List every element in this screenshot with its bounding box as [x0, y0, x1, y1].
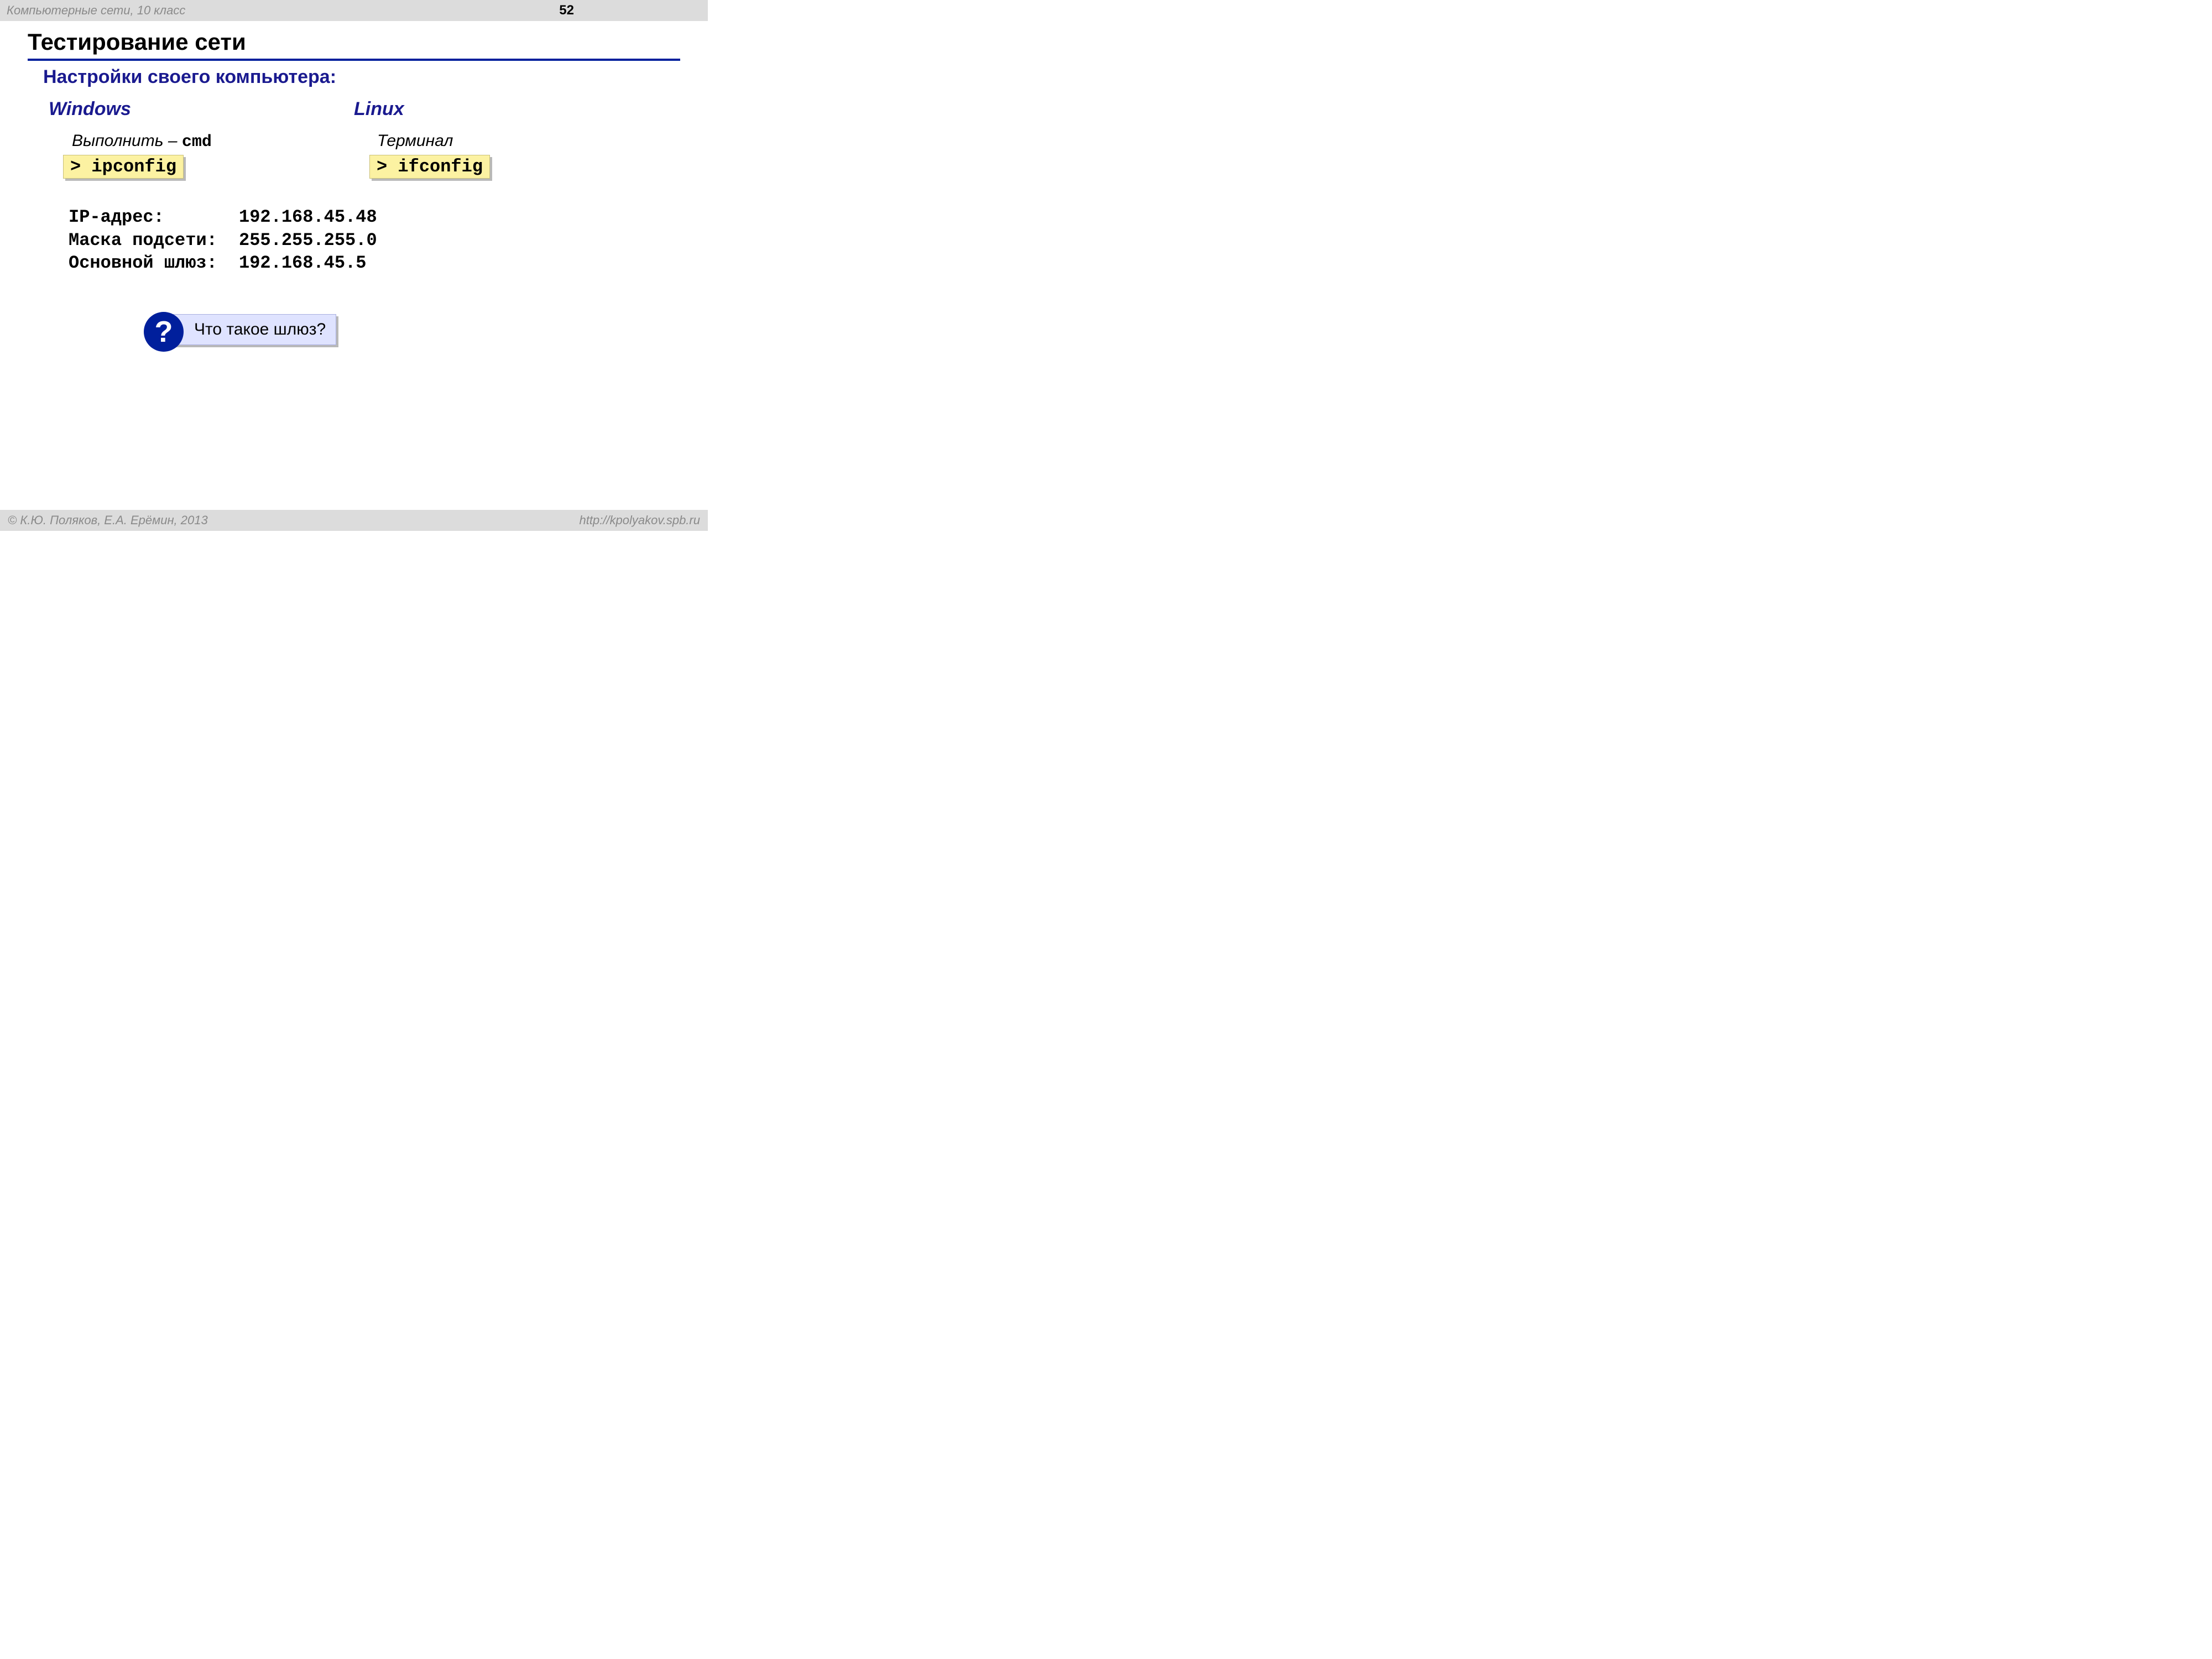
- windows-run-sep: –: [164, 132, 182, 150]
- windows-command-box: > ipconfig: [63, 155, 184, 179]
- output-value: 192.168.45.5: [239, 252, 366, 275]
- output-row-ip: IP-адрес: 192.168.45.48: [69, 206, 377, 229]
- header-bar: Компьютерные сети, 10 класс 52: [0, 0, 708, 21]
- windows-run-cmd: cmd: [182, 133, 212, 152]
- page-title: Тестирование сети: [28, 29, 246, 55]
- output-value: 192.168.45.48: [239, 206, 377, 229]
- linux-command-box: > ifconfig: [369, 155, 490, 179]
- windows-run-label: Выполнить: [72, 132, 164, 150]
- output-row-gateway: Основной шлюз: 192.168.45.5: [69, 252, 377, 275]
- linux-heading: Linux: [354, 98, 404, 120]
- footer-url: http://kpolyakov.spb.ru: [580, 513, 701, 528]
- footer-copyright: © К.Ю. Поляков, Е.А. Ерёмин, 2013: [8, 513, 208, 528]
- linux-run-label: Терминал: [377, 132, 453, 150]
- output-label: Маска подсети:: [69, 229, 239, 252]
- course-label: Компьютерные сети, 10 класс: [7, 3, 559, 18]
- section-heading: Настройки своего компьютера:: [43, 66, 336, 88]
- question-box: Что такое шлюз?: [160, 314, 336, 345]
- output-row-mask: Маска подсети: 255.255.255.0: [69, 229, 377, 252]
- question-callout: Что такое шлюз? ?: [144, 314, 336, 345]
- windows-run-line: Выполнить – cmd: [72, 132, 212, 152]
- page-number: 52: [559, 3, 574, 18]
- question-text: Что такое шлюз?: [194, 320, 326, 338]
- output-label: Основной шлюз:: [69, 252, 239, 275]
- network-output: IP-адрес: 192.168.45.48 Маска подсети: 2…: [69, 206, 377, 275]
- question-mark-icon: ?: [144, 312, 184, 352]
- footer-bar: © К.Ю. Поляков, Е.А. Ерёмин, 2013 http:/…: [0, 510, 708, 531]
- title-underline: [28, 59, 680, 61]
- output-value: 255.255.255.0: [239, 229, 377, 252]
- output-label: IP-адрес:: [69, 206, 239, 229]
- windows-heading: Windows: [49, 98, 131, 120]
